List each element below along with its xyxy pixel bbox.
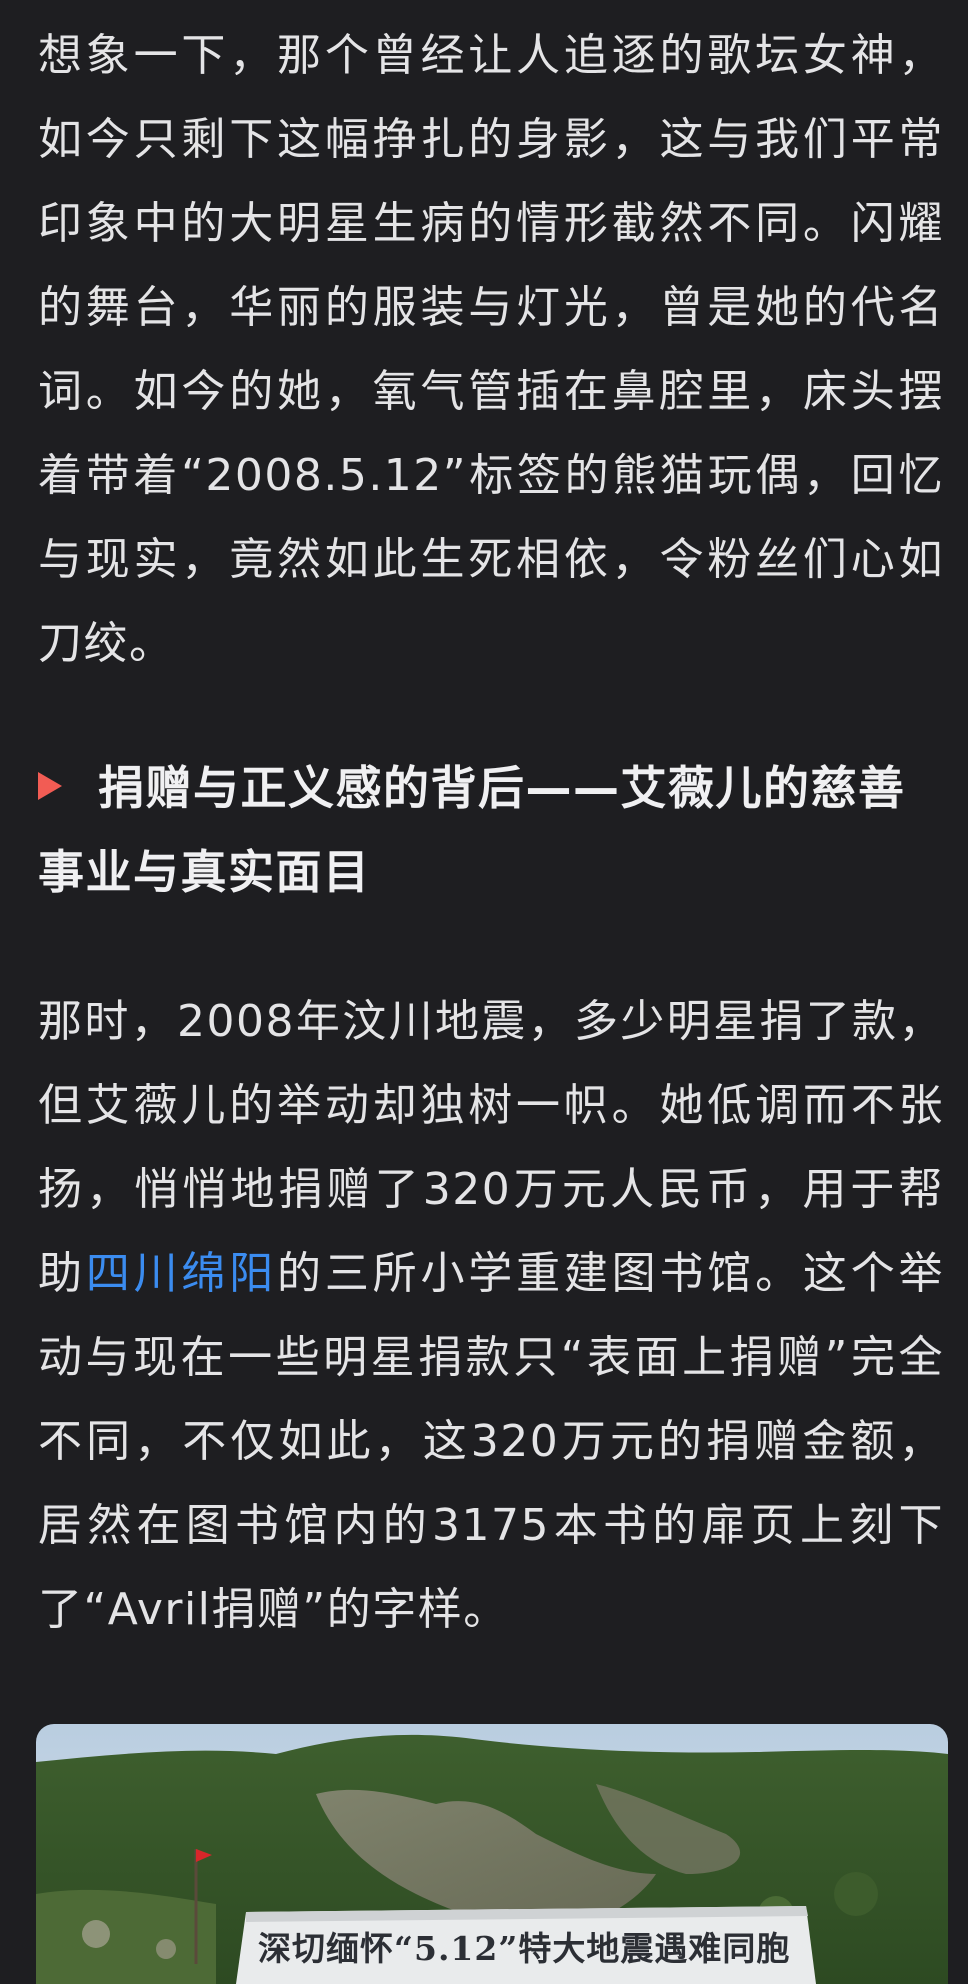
article-paragraph: 想象一下，那个曾经让人追逐的歌坛女神，如今只剩下这幅挣扎的身影，这与我们平常印象… xyxy=(38,14,944,686)
triangle-marker-icon xyxy=(38,772,62,800)
article-photo[interactable]: 深切缅怀“5.12”特大地震遇难同胞 xyxy=(36,1724,948,1984)
paragraph-text: 的三所小学重建图书馆。这个举动与现在一些明星捐款只“表面上捐赠”完全不同，不仅如… xyxy=(38,1248,945,1635)
location-link[interactable]: 四川绵阳 xyxy=(86,1248,277,1299)
section-heading-text: 捐赠与正义感的背后——艾薇儿的慈善事业与真实面目 xyxy=(38,761,906,899)
paragraph-text: 想象一下，那个曾经让人追逐的歌坛女神，如今只剩下这幅挣扎的身影，这与我们平常印象… xyxy=(38,30,944,669)
section-heading: 捐赠与正义感的背后——艾薇儿的慈善事业与真实面目 xyxy=(38,746,944,914)
article-paragraph: 那时，2008年汶川地震，多少明星捐了款，但艾薇儿的举动却独树一帜。她低调而不张… xyxy=(38,980,944,1652)
memorial-banner-text: 深切缅怀“5.12”特大地震遇难同胞 xyxy=(258,1929,791,1968)
